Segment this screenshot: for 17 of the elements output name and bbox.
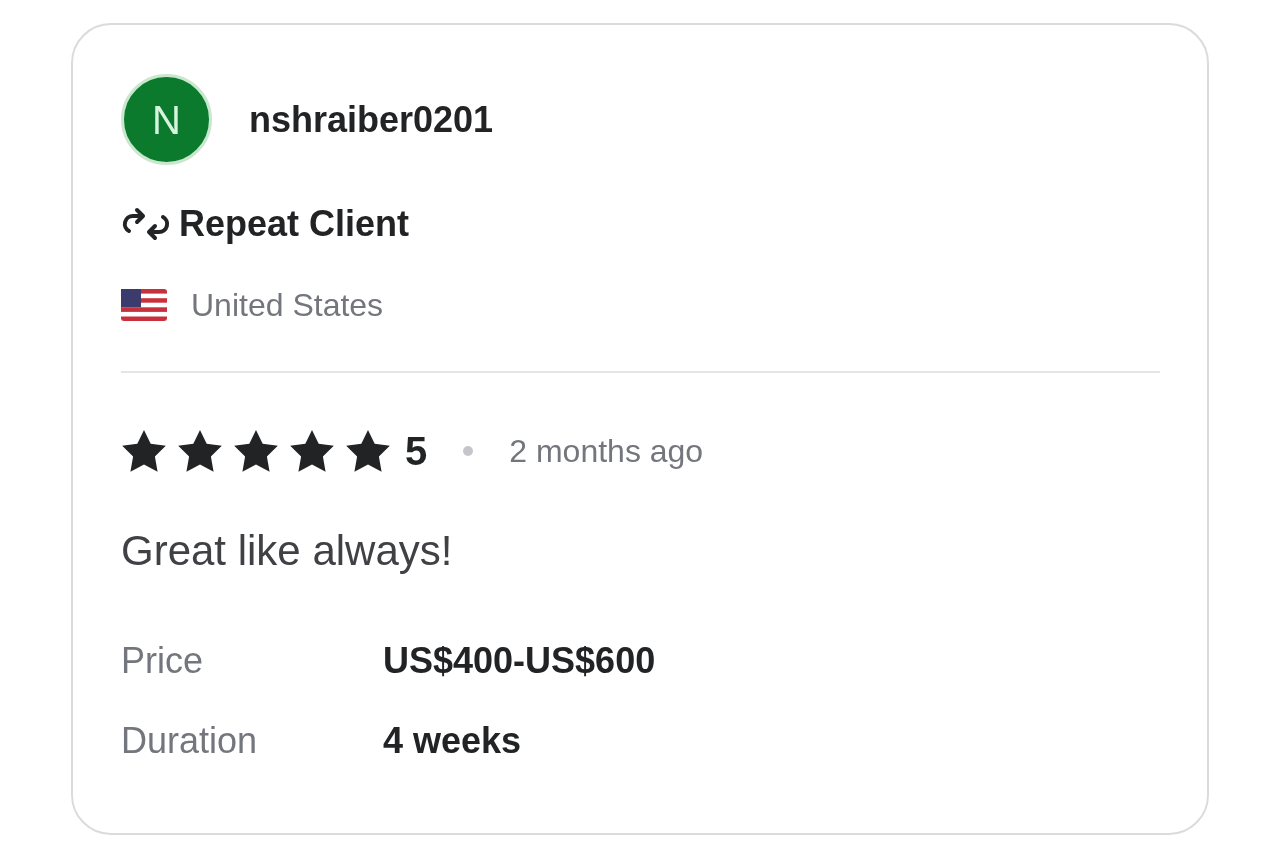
detail-label: Price — [121, 639, 205, 683]
rating: 5 — [405, 428, 428, 475]
review-time: 2 months ago — [509, 432, 704, 471]
repeat-client-label: Repeat Client — [179, 202, 410, 246]
review-text: Great like always! — [121, 526, 454, 576]
star-icon — [177, 429, 223, 473]
flag-icon — [121, 289, 167, 321]
detail-value: 4 weeks — [383, 719, 522, 763]
star-icon — [233, 429, 279, 473]
star-icon — [345, 429, 391, 473]
detail-label: Duration — [121, 719, 259, 763]
detail-value: US$400-US$600 — [383, 639, 656, 683]
avatar: N — [121, 74, 212, 165]
star-icon — [289, 429, 335, 473]
username: nshraiber0201 — [249, 97, 494, 142]
star-icon — [121, 429, 167, 473]
country: United States — [191, 286, 384, 325]
